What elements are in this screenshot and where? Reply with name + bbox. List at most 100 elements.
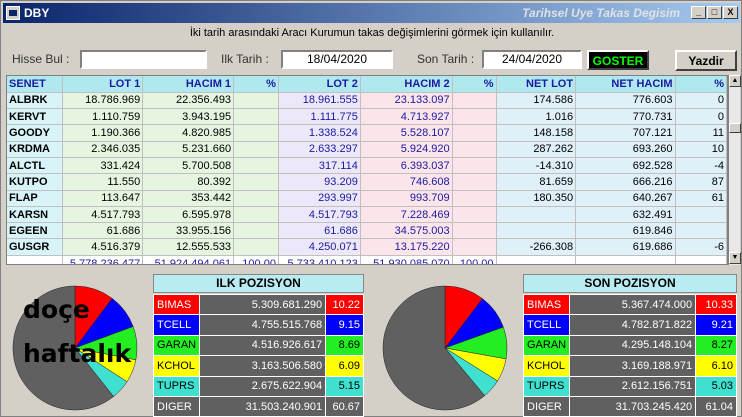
- table-cell: 33.955.156: [142, 222, 235, 240]
- table-cell: 2.346.035: [62, 141, 144, 158]
- position-name: TCELL: [152, 314, 201, 336]
- ilk-tarih-label: Ilk Tarih :: [221, 52, 269, 66]
- table-cell: 317.114: [278, 157, 361, 175]
- position-value: 4.755.515.768: [199, 314, 327, 336]
- totals-row: 5.778.236.477 51.924.494.061 100,00 5.733.4…: [7, 255, 727, 264]
- grid-header[interactable]: %: [452, 76, 497, 93]
- table-cell: 61.686: [278, 222, 361, 240]
- grid-scrollbar[interactable]: ▲ ▼: [728, 75, 741, 265]
- grid-header[interactable]: NET HACIM: [575, 76, 676, 93]
- table-cell: 11: [675, 124, 727, 142]
- table-cell: 4.517.793: [62, 206, 144, 224]
- position-name: TUPRS: [152, 375, 201, 397]
- table-cell: 174.586: [496, 92, 577, 110]
- table-row[interactable]: FLAP 113.647 353.442 293.997 993.709 180.350 6…: [7, 190, 727, 207]
- son-pie-chart: [382, 285, 508, 411]
- table-row[interactable]: KARSN 4.517.793 6.595.978 4.517.793 7.228.46…: [7, 206, 727, 224]
- scroll-thumb[interactable]: [729, 123, 741, 133]
- position-row: TCELL 4.755.515.768 9.15: [152, 314, 364, 336]
- grid-header[interactable]: LOT 1: [62, 76, 144, 93]
- grid-header[interactable]: HACIM 2: [360, 76, 453, 93]
- total-cell: 100,00: [233, 255, 279, 264]
- table-cell: [233, 206, 279, 224]
- total-cell: [496, 255, 577, 264]
- position-value: 2.675.622.904: [199, 375, 327, 397]
- table-cell: 12.555.533: [142, 238, 235, 256]
- grid-header[interactable]: %: [233, 76, 279, 93]
- table-cell: 331.424: [62, 157, 144, 175]
- hisse-search-input[interactable]: [80, 50, 207, 69]
- total-cell: 5.778.236.477: [62, 255, 144, 264]
- maximize-button[interactable]: □: [707, 6, 722, 19]
- position-pct: 10.33: [695, 293, 737, 316]
- table-cell: 113.647: [62, 190, 144, 207]
- position-row: KCHOL 3.163.506.580 6.09: [152, 355, 364, 377]
- table-cell: [233, 157, 279, 175]
- table-cell: 746.608: [360, 173, 453, 191]
- title-bar[interactable]: DBY Tarihsel Uye Takas Degisim _ □ X: [3, 3, 740, 23]
- table-cell: 5.700.508: [142, 157, 235, 175]
- position-row: DIGER 31.503.240.901 60.67: [152, 395, 364, 417]
- position-pct: 60.67: [325, 395, 364, 417]
- table-cell: -6: [675, 238, 727, 256]
- table-cell: 18.961.555: [278, 92, 361, 110]
- table-row[interactable]: KERVT 1.110.759 3.943.195 1.111.775 4.713.92…: [7, 108, 727, 126]
- table-cell: 10: [675, 141, 727, 158]
- table-cell: 80.392: [142, 173, 235, 191]
- takas-grid[interactable]: SENET LOT 1 HACIM 1% LOT 2 HACIM 2% NET LOT NE…: [6, 75, 728, 265]
- position-pct: 6.10: [695, 355, 737, 377]
- table-row[interactable]: KUTPO 11.550 80.392 93.209 746.608 81.659 666.…: [7, 173, 727, 191]
- grid-header[interactable]: NET LOT: [496, 76, 577, 93]
- total-cell: 5.733.410.123: [278, 255, 361, 264]
- table-row[interactable]: GOODY 1.190.366 4.820.985 1.338.524 5.528.10…: [7, 124, 727, 142]
- yazdir-button[interactable]: Yazdir: [675, 50, 737, 71]
- close-button[interactable]: X: [723, 6, 738, 19]
- table-cell: 707.121: [575, 124, 676, 142]
- position-name: DIGER: [152, 395, 201, 417]
- table-cell: [452, 206, 497, 224]
- table-cell: [233, 124, 279, 142]
- table-cell: 776.603: [575, 92, 676, 110]
- table-cell: 632.491: [575, 206, 676, 224]
- position-value: 3.169.188.971: [569, 355, 697, 377]
- table-cell: [496, 222, 577, 240]
- table-cell: 353.442: [142, 190, 235, 207]
- table-cell: [452, 157, 497, 175]
- son-tarih-field[interactable]: 24/04/2020: [482, 50, 582, 69]
- position-name: TCELL: [522, 314, 571, 336]
- table-cell: 4.517.793: [278, 206, 361, 224]
- grid-header[interactable]: LOT 2: [278, 76, 361, 93]
- table-row[interactable]: ALCTL 331.424 5.700.508 317.114 6.393.037 -14…: [7, 157, 727, 175]
- position-value: 4.295.148.104: [569, 334, 697, 357]
- table-cell: [233, 108, 279, 126]
- position-pct: 61.04: [695, 395, 737, 417]
- position-row: GARAN 4.516.926.617 8.69: [152, 334, 364, 357]
- app-icon: [6, 6, 20, 20]
- table-row[interactable]: ALBRK 18.786.969 22.356.493 18.961.555 23.13…: [7, 92, 727, 110]
- scroll-down-icon[interactable]: ▼: [729, 252, 741, 264]
- grid-header[interactable]: SENET: [7, 76, 64, 93]
- minimize-button[interactable]: _: [691, 6, 706, 19]
- ilk-tarih-field[interactable]: 18/04/2020: [281, 50, 393, 69]
- table-cell: -266.308: [496, 238, 577, 256]
- table-row[interactable]: KRDMA 2.346.035 5.231.660 2.633.297 5.924.92…: [7, 141, 727, 158]
- position-name: TUPRS: [522, 375, 571, 397]
- grid-header[interactable]: HACIM 1: [142, 76, 235, 93]
- table-cell: 93.209: [278, 173, 361, 191]
- table-cell: 693.260: [575, 141, 676, 158]
- position-row: KCHOL 3.169.188.971 6.10: [522, 355, 737, 377]
- table-cell: 1.338.524: [278, 124, 361, 142]
- position-pct: 10.22: [325, 293, 364, 316]
- position-value: 4.782.871.822: [569, 314, 697, 336]
- window-subtitle: Tarihsel Uye Takas Degisim: [522, 6, 680, 20]
- scroll-up-icon[interactable]: ▲: [729, 75, 741, 87]
- table-cell: -4: [675, 157, 727, 175]
- grid-header[interactable]: %: [675, 76, 727, 93]
- goster-button[interactable]: GOSTER: [587, 50, 649, 70]
- table-row[interactable]: GUSGR 4.516.379 12.555.533 4.250.071 13.175.…: [7, 238, 727, 256]
- table-row[interactable]: EGEEN 61.686 33.955.156 61.686 34.575.003 619…: [7, 222, 727, 240]
- total-cell: [7, 255, 64, 264]
- table-cell: [452, 92, 497, 110]
- table-cell: ALCTL: [7, 157, 64, 175]
- watermark-line1: doçe: [23, 295, 90, 324]
